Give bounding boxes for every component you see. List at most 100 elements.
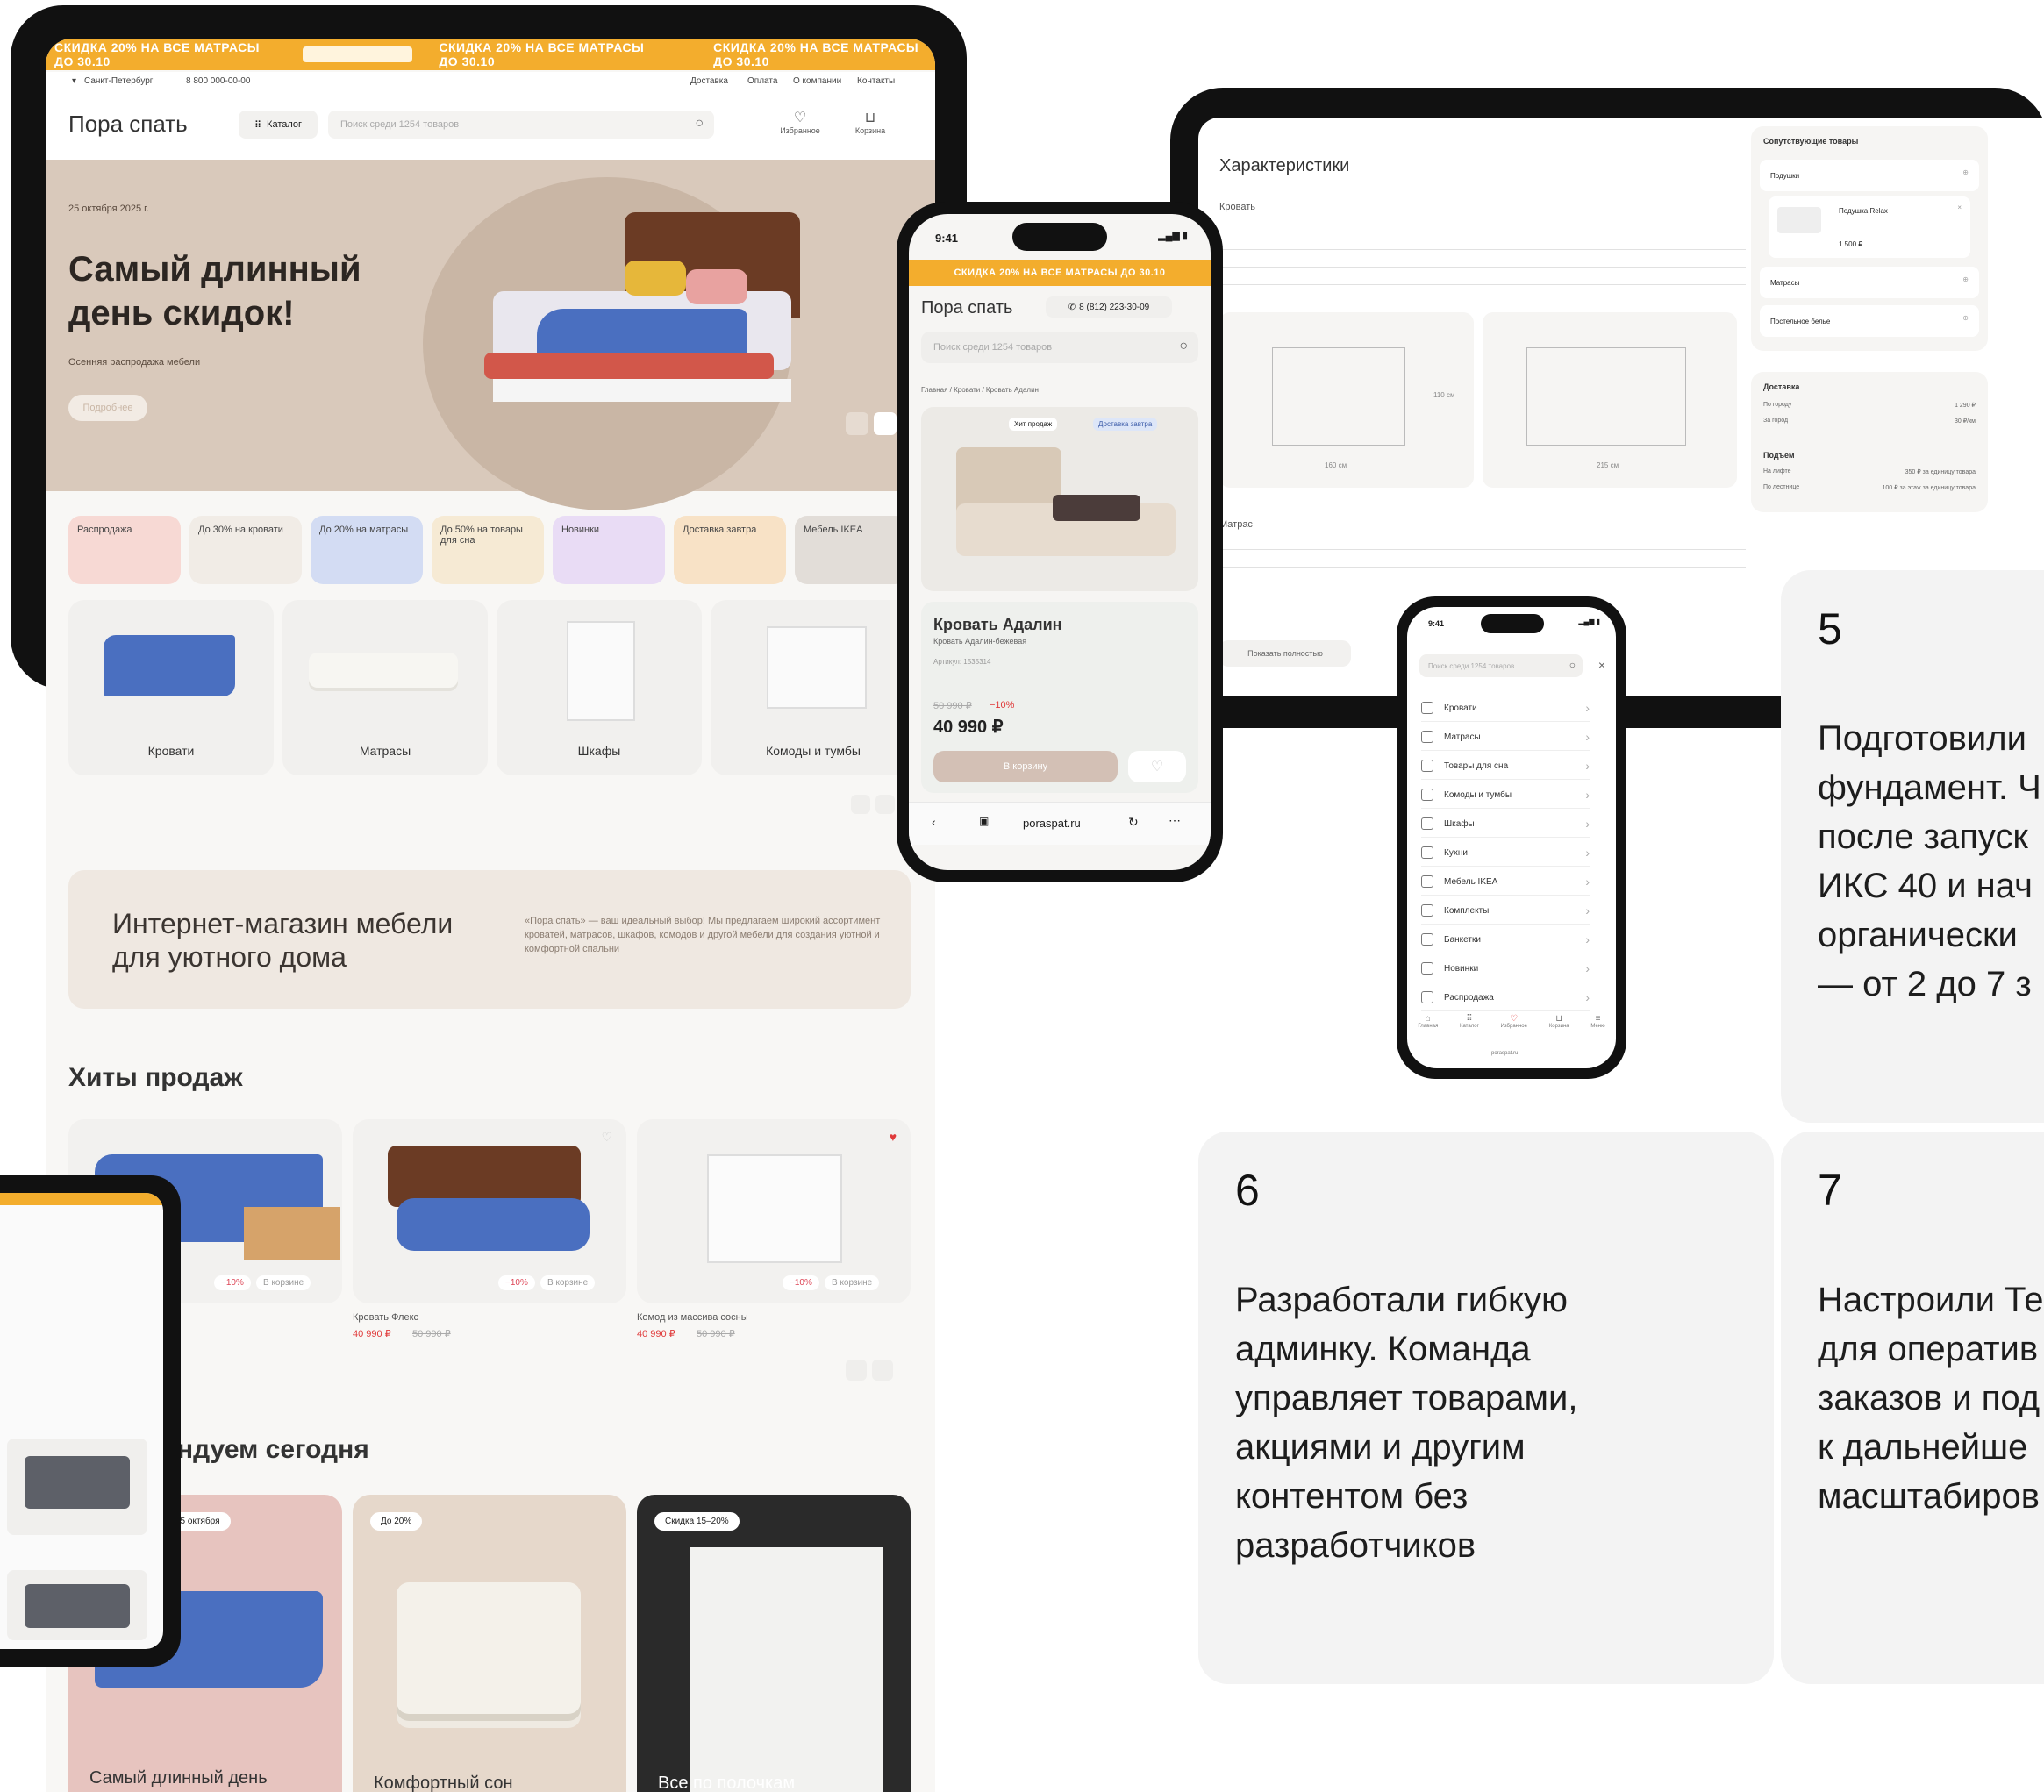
menu-item-sets[interactable]: Комплекты › [1421, 897, 1590, 925]
hero-next-button[interactable] [874, 412, 897, 435]
top-link-about[interactable]: О компании [793, 76, 841, 86]
product-3-name[interactable]: Комод из массива сосны [637, 1312, 748, 1323]
menu-item-kitchens[interactable]: Кухни › [1421, 839, 1590, 867]
site-logo[interactable]: Пора спать [68, 111, 188, 138]
phone-product-gallery[interactable]: Хит продаж Доставка завтра [921, 407, 1198, 591]
city-selector[interactable]: Санкт-Петербург [84, 76, 153, 86]
menu-item-mattresses[interactable]: Матрасы › [1421, 724, 1590, 751]
category-card-beds[interactable]: Кровати [68, 600, 274, 775]
more-icon[interactable]: ⋯ [1169, 813, 1181, 828]
menu-item-sleep-goods[interactable]: Товары для сна › [1421, 753, 1590, 780]
search-icon[interactable]: ○ [695, 116, 704, 132]
header-search[interactable]: Поиск среди 1254 товаров ○ [328, 111, 714, 139]
promo-tile-sale[interactable]: Распродажа [68, 516, 181, 584]
hits-prev-button[interactable] [846, 1360, 867, 1381]
phone-search-input[interactable]: Поиск среди 1254 товаров [933, 342, 1052, 353]
reload-icon[interactable]: ↻ [1128, 815, 1139, 830]
menu-close-icon[interactable]: × [1598, 658, 1605, 672]
hits-next-button[interactable] [872, 1360, 893, 1381]
phone-breadcrumb[interactable]: Главная / Кровати / Кровать Адалин [921, 386, 1039, 394]
menu-browser-url[interactable]: poraspat.ru [1491, 1051, 1518, 1056]
promo-tile-ikea[interactable]: Мебель IKEA [795, 516, 907, 584]
product-card-2[interactable]: −10% В корзине ♡ [353, 1119, 626, 1303]
bed-side-outline [1526, 347, 1686, 446]
offer-card-2[interactable]: До 20% Комфортный сон [353, 1495, 626, 1792]
category-card-wardrobes[interactable]: Шкафы [497, 600, 702, 775]
promo-tile-mattresses[interactable]: До 20% на матрасы [311, 516, 423, 584]
pillow-card[interactable]: Подушка Relax 1 500 ₽ × [1769, 196, 1970, 258]
related-title: Сопутствующие товары [1763, 137, 1859, 146]
product-3-fav-icon[interactable]: ♥ [890, 1130, 897, 1144]
menu-item-wardrobes[interactable]: Шкафы › [1421, 810, 1590, 838]
product-card-3[interactable]: ♥ −10% В корзине [637, 1119, 911, 1303]
delivery-city-label: По городу [1763, 402, 1792, 408]
category-card-dressers[interactable]: Комоды и тумбы [711, 600, 916, 775]
related-item-bedding[interactable]: Постельное белье ⊕ [1760, 305, 1979, 337]
phone-cart-button[interactable]: В корзину [933, 751, 1118, 782]
menu-item-ikea[interactable]: Мебель IKEA › [1421, 868, 1590, 896]
product-2-name[interactable]: Кровать Флекс [353, 1312, 418, 1323]
category-card-mattresses[interactable]: Матрасы [282, 600, 488, 775]
menu-item-dressers[interactable]: Комоды и тумбы › [1421, 782, 1590, 809]
menu-search-icon[interactable]: ○ [1569, 659, 1576, 671]
phone-promo-banner[interactable]: СКИДКА 20% НА ВСЕ МАТРАСЫ ДО 30.10 [909, 260, 1211, 286]
category-dressers-label: Комоды и тумбы [766, 744, 861, 758]
menu-item-new[interactable]: Новинки › [1421, 955, 1590, 982]
browser-url[interactable]: poraspat.ru [1023, 817, 1081, 830]
hero-prev-button[interactable] [846, 412, 868, 435]
catalog-button[interactable]: ⠿ Каталог [239, 111, 318, 139]
promo-tile-delivery[interactable]: Доставка завтра [674, 516, 786, 584]
related-item-pillows[interactable]: Подушки ⊕ [1760, 160, 1979, 191]
header-phone[interactable]: 8 800 000-00-00 [186, 76, 250, 86]
top-link-contacts[interactable]: Контакты [857, 76, 895, 86]
tab-cart[interactable]: ⊔ Корзина [1549, 1014, 1569, 1046]
step-6-number: 6 [1235, 1166, 1260, 1215]
tab-home[interactable]: ⌂ Главная [1418, 1014, 1438, 1046]
category-prev-button[interactable] [851, 795, 870, 814]
cart-button[interactable]: ⊔ Корзина [844, 109, 897, 135]
small-tablet-product-1[interactable] [7, 1439, 147, 1535]
category-next-button[interactable] [875, 795, 895, 814]
product-3-in-cart[interactable]: В корзине [825, 1275, 880, 1290]
product-1-in-cart[interactable]: В корзине [256, 1275, 311, 1290]
product-phone-screen: 9:41 ▂▄▆ ▮ СКИДКА 20% НА ВСЕ МАТРАСЫ ДО … [909, 214, 1211, 870]
tab-catalog[interactable]: ⠿ Каталог [1460, 1014, 1479, 1046]
menu-search[interactable]: Поиск среди 1254 товаров ○ [1419, 654, 1583, 677]
hero-button[interactable]: Подробнее [68, 395, 147, 421]
promo-banner[interactable]: СКИДКА 20% НА ВСЕ МАТРАСЫ ДО 30.10 СКИДК… [46, 39, 935, 70]
plus-icon[interactable]: ⊕ [1962, 275, 1969, 283]
promo-tile-new[interactable]: Новинки [553, 516, 665, 584]
product-2-in-cart[interactable]: В корзине [540, 1275, 596, 1290]
top-link-payment[interactable]: Оплата [747, 76, 777, 86]
show-all-button[interactable]: Показать полностью [1219, 640, 1351, 667]
chevron-right-icon: › [1585, 730, 1590, 744]
search-input[interactable]: Поиск среди 1254 товаров [340, 119, 459, 130]
tab-menu[interactable]: ≡ Меню [1590, 1014, 1604, 1046]
related-item-mattresses[interactable]: Матрасы ⊕ [1760, 267, 1979, 298]
phone-search[interactable]: Поиск среди 1254 товаров ○ [921, 332, 1198, 363]
phone-discount: −10% [990, 700, 1015, 710]
back-icon[interactable]: ‹ [932, 815, 936, 829]
product-2-fav-icon[interactable]: ♡ [601, 1130, 612, 1145]
menu-search-input[interactable]: Поиск среди 1254 товаров [1428, 662, 1514, 670]
menu-item-benches[interactable]: Банкетки › [1421, 926, 1590, 953]
plus-icon[interactable]: ⊕ [1962, 314, 1969, 322]
phone-favorite-button[interactable]: ♡ [1128, 751, 1186, 782]
top-link-delivery[interactable]: Доставка [690, 76, 728, 86]
close-icon[interactable]: × [1957, 203, 1962, 211]
step-7-text: Настроили Те для оператив заказов и под … [1818, 1275, 2044, 1521]
tab-favorites[interactable]: ♡ Избранное [1501, 1014, 1527, 1046]
catalog-label: Каталог [267, 119, 303, 130]
promo-tile-sleep[interactable]: До 50% на товары для сна [432, 516, 544, 584]
menu-item-beds[interactable]: Кровати › [1421, 695, 1590, 722]
small-tablet-product-2[interactable] [7, 1570, 147, 1640]
phone-search-icon[interactable]: ○ [1179, 339, 1188, 354]
phone-call-button[interactable]: ✆ 8 (812) 223-30-09 [1046, 296, 1172, 318]
menu-item-sale[interactable]: Распродажа › [1421, 984, 1590, 1011]
offer-card-3[interactable]: Скидка 15–20% Все по полочкам [637, 1495, 911, 1792]
favorites-button[interactable]: ♡ Избранное [774, 109, 826, 135]
phone-logo[interactable]: Пора спать [921, 298, 1012, 318]
plus-icon[interactable]: ⊕ [1962, 168, 1969, 176]
promo-tile-beds[interactable]: До 30% на кровати [189, 516, 302, 584]
category-mattresses-label: Матрасы [359, 744, 411, 758]
